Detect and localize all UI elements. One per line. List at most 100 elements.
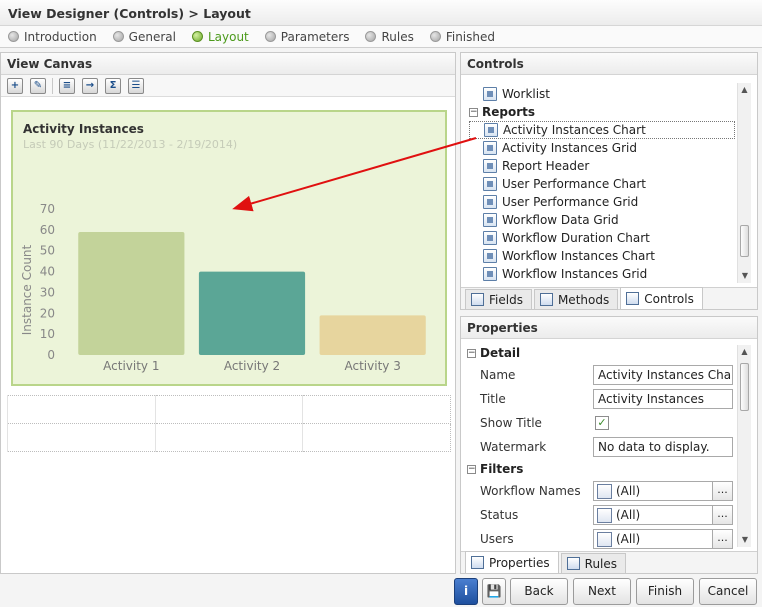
grid-cell[interactable] [302,395,451,424]
step-general[interactable]: General [112,30,176,44]
view-canvas-panel: View Canvas + ✎ ≡ → Σ ☰ 0 10 20 30 40 50 60 70 I… [0,52,456,574]
back-button[interactable]: Back [510,578,568,605]
tab-label: Methods [557,292,610,307]
properties-icon [471,556,484,569]
step-introduction[interactable]: Introduction [8,30,97,44]
grid-row [7,395,451,424]
control-label: Workflow Instances Grid [502,267,648,281]
control-item-activity-instances-grid[interactable]: Activity Instances Grid [469,139,735,157]
watermark-input[interactable]: No data to display. [593,437,733,457]
control-label: Workflow Instances Chart [502,249,655,263]
tab-rules[interactable]: Rules [560,553,627,573]
show-title-checkbox[interactable]: ✓ [595,416,609,430]
tab-properties[interactable]: Properties [465,551,559,573]
control-item-activity-instances-chart[interactable]: Activity Instances Chart [469,121,735,139]
y-tick-label: 0 [47,348,55,362]
add-control-icon[interactable]: + [7,77,23,94]
workflow-icon [597,483,612,499]
step-label: Rules [381,29,414,44]
grid-icon [483,213,497,227]
tab-fields[interactable]: Fields [465,289,532,309]
controls-scrollbar[interactable]: ▲ ▼ [737,83,751,283]
control-label: Activity Instances Chart [503,123,646,137]
grid-row [7,423,451,452]
browse-button[interactable]: ... [712,530,732,548]
chart-icon [484,123,498,137]
control-item-workflow-instances-grid[interactable]: Workflow Instances Grid [469,265,735,283]
tab-controls[interactable]: Controls [620,287,703,309]
control-item-workflow-data-grid[interactable]: Workflow Data Grid [469,211,735,229]
finish-button[interactable]: Finish [636,578,694,605]
step-dot-icon [8,31,19,42]
prop-row-status: Status (All) ... [463,503,735,527]
step-rules[interactable]: Rules [365,29,414,44]
cancel-button[interactable]: Cancel [699,578,757,605]
title-input[interactable]: Activity Instances [593,389,733,409]
prop-row-name: Name Activity Instances Chart [463,363,735,387]
prop-row-users: Users (All) ... [463,527,735,551]
chart-control[interactable]: 0 10 20 30 40 50 60 70 Instance Count Activity 1 A… [11,110,447,386]
collapse-icon[interactable]: − [469,107,478,117]
group-label: Detail [480,346,521,360]
browse-button[interactable]: ... [712,482,732,500]
group-label: Filters [480,462,524,476]
insert-row-icon[interactable]: ≡ [59,77,75,94]
save-button[interactable]: 💾 [482,578,506,605]
collapse-icon[interactable]: − [467,464,476,474]
workflow-names-picker[interactable]: (All) ... [593,481,733,501]
next-button[interactable]: Next [573,578,631,605]
tab-methods[interactable]: Methods [533,289,619,309]
grid-cell[interactable] [7,423,156,452]
scroll-thumb[interactable] [740,363,749,411]
scroll-up-icon[interactable]: ▲ [738,83,751,97]
grid-cell[interactable] [7,395,156,424]
control-item-worklist[interactable]: Worklist [469,85,735,103]
export-icon[interactable]: → [82,77,98,94]
y-tick-label: 60 [40,223,55,237]
scroll-up-icon[interactable]: ▲ [738,345,751,359]
control-item-workflow-instances-chart[interactable]: Workflow Instances Chart [469,247,735,265]
status-picker[interactable]: (All) ... [593,505,733,525]
canvas-layout-grid[interactable] [7,395,451,452]
step-finished[interactable]: Finished [429,30,495,44]
user-icon [597,531,612,547]
grid-cell[interactable] [154,423,304,452]
step-label: Introduction [24,29,97,44]
control-item-report-header[interactable]: Report Header [469,157,735,175]
grid-icon [483,141,497,155]
properties-icon[interactable]: ☰ [128,77,144,94]
control-item-user-performance-chart[interactable]: User Performance Chart [469,175,735,193]
control-label: Activity Instances Grid [502,141,637,155]
picker-value: (All) [616,532,641,546]
properties-header: Properties [461,317,757,339]
step-layout[interactable]: Layout [191,30,249,44]
edit-icon[interactable]: ✎ [30,77,46,94]
prop-row-workflow-names: Workflow Names (All) ... [463,479,735,503]
step-dot-icon [191,31,203,42]
prop-row-show-title: Show Title ✓ [463,411,735,435]
scroll-down-icon[interactable]: ▼ [738,269,752,283]
collapse-icon[interactable]: − [467,348,476,358]
scroll-thumb[interactable] [740,225,749,257]
users-picker[interactable]: (All) ... [593,529,733,549]
properties-scrollbar[interactable]: ▲ ▼ [737,345,751,547]
browse-button[interactable]: ... [712,506,732,524]
control-item-workflow-duration-chart[interactable]: Workflow Duration Chart [469,229,735,247]
controls-panel: Controls Worklist − Reports Activity Inst… [460,52,758,310]
grid-cell[interactable] [302,423,451,452]
detail-group[interactable]: − Detail [463,343,735,363]
sum-icon[interactable]: Σ [105,77,121,94]
name-input[interactable]: Activity Instances Chart [593,365,733,385]
info-button[interactable]: i [454,578,478,605]
control-group-reports[interactable]: − Reports [469,103,735,121]
view-canvas-header: View Canvas [1,53,455,75]
control-item-user-performance-grid[interactable]: User Performance Grid [469,193,735,211]
prop-label: Users [480,532,514,546]
step-label: Parameters [280,29,350,44]
scroll-down-icon[interactable]: ▼ [738,533,752,547]
filters-group[interactable]: − Filters [463,459,735,479]
header-icon [483,159,497,173]
grid-cell[interactable] [154,395,304,424]
tab-label: Rules [584,556,618,571]
step-parameters[interactable]: Parameters [264,29,350,44]
